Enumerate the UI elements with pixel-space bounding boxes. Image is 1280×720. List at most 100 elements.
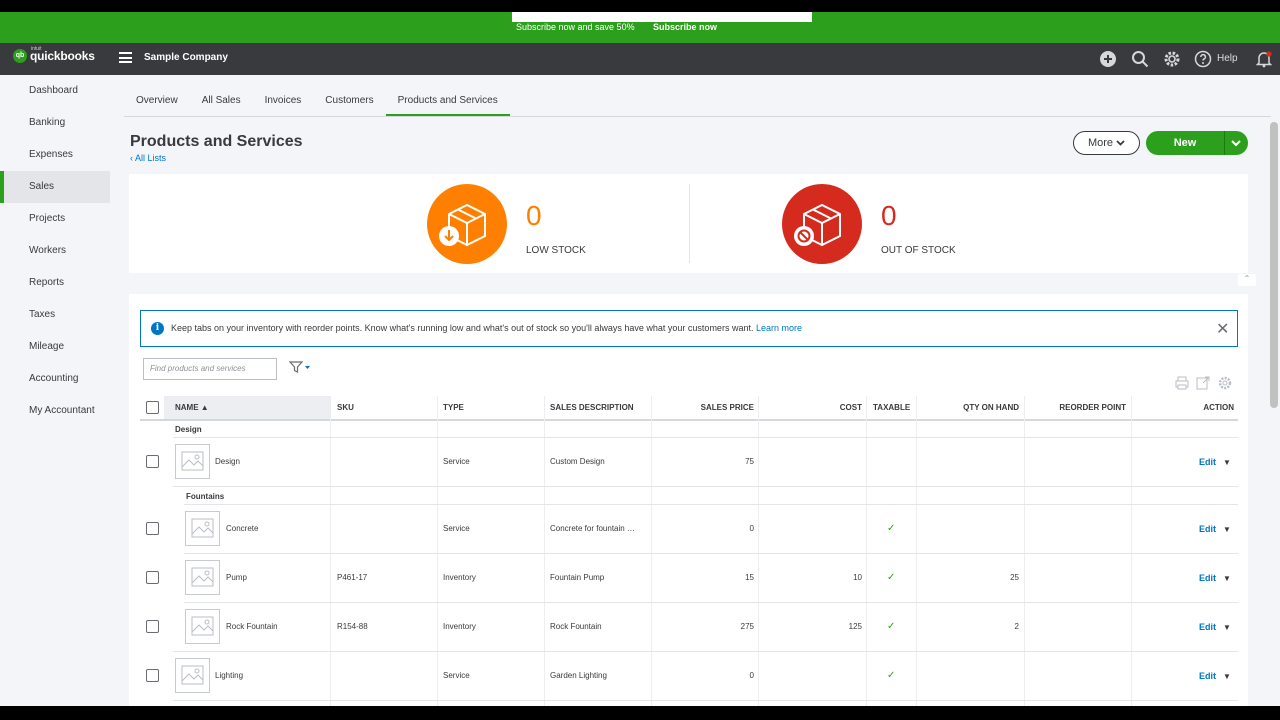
help-icon[interactable]	[1194, 50, 1212, 68]
more-button[interactable]: More	[1073, 131, 1140, 155]
row-checkbox[interactable]	[146, 571, 159, 584]
sidebar-item-taxes[interactable]: Taxes	[0, 299, 110, 331]
sidebar-item-my-accountant[interactable]: My Accountant	[0, 395, 110, 427]
new-dropdown-chevron-icon[interactable]	[1230, 137, 1242, 149]
app-screen: Subscribe now and save 50% Subscribe now…	[0, 12, 1280, 706]
product-cost: 125	[848, 622, 862, 631]
row-divider	[173, 486, 1238, 487]
row-checkbox[interactable]	[146, 522, 159, 535]
qb-logo-icon: qb	[13, 49, 27, 63]
stock-divider	[689, 184, 690, 263]
out-of-stock-icon[interactable]	[782, 184, 862, 264]
low-stock-icon[interactable]	[427, 184, 507, 264]
group-header-design: Design	[175, 425, 202, 434]
product-name: Rock Fountain	[226, 622, 278, 631]
row-divider	[173, 700, 1238, 701]
all-lists-link[interactable]: ‹ All Lists	[130, 153, 166, 163]
column-header-name[interactable]: NAME ▲	[164, 396, 330, 419]
product-cost: 10	[853, 573, 862, 582]
new-label: New	[1173, 137, 1197, 149]
search-icon[interactable]	[1131, 50, 1149, 68]
column-header-sales-description[interactable]: SALES DESCRIPTION	[550, 396, 634, 419]
new-button-separator	[1224, 131, 1225, 155]
promo-banner: Subscribe now and save 50% Subscribe now	[0, 12, 1280, 43]
low-stock-label[interactable]: LOW STOCK	[526, 245, 586, 256]
column-header-reorder-point[interactable]: REORDER POINT	[1029, 396, 1126, 419]
product-description: Custom Design	[550, 457, 605, 466]
subscribe-button[interactable]: Subscribe now	[653, 22, 717, 32]
product-description: Fountain Pump	[550, 573, 605, 582]
product-price: 0	[749, 671, 754, 680]
product-type: Service	[443, 524, 470, 533]
out-of-stock-count[interactable]: 0	[881, 200, 897, 232]
edit-button[interactable]: Edit	[1199, 671, 1216, 681]
row-checkbox[interactable]	[146, 620, 159, 633]
product-type: Service	[443, 671, 470, 680]
gear-icon[interactable]	[1163, 50, 1181, 68]
table-settings-gear-icon[interactable]	[1218, 376, 1232, 390]
help-label[interactable]: Help	[1217, 53, 1238, 64]
column-header-sales-price[interactable]: SALES PRICE	[656, 396, 754, 419]
action-dropdown-icon[interactable]: ▼	[1223, 525, 1231, 534]
column-header-qty-on-hand[interactable]: QTY ON HAND	[922, 396, 1019, 419]
column-header-type[interactable]: TYPE	[443, 396, 464, 419]
low-stock-count[interactable]: 0	[526, 200, 542, 232]
chevron-left-icon: ‹	[130, 153, 133, 163]
page-scrollbar[interactable]	[1270, 122, 1278, 408]
tabs-divider	[124, 116, 1271, 117]
new-button[interactable]: New	[1146, 131, 1248, 155]
sidebar-item-projects[interactable]: Projects	[0, 203, 110, 235]
sidebar-item-dashboard[interactable]: Dashboard	[0, 75, 110, 107]
sidebar-item-sales[interactable]: Sales	[0, 171, 110, 203]
action-dropdown-icon[interactable]: ▼	[1223, 574, 1231, 583]
reorder-info-banner: i Keep tabs on your inventory with reord…	[140, 310, 1238, 347]
all-lists-label: All Lists	[135, 153, 167, 163]
tab-overview[interactable]: Overview	[124, 90, 190, 117]
top-nav: qb intuit quickbooks Sample Company Help	[0, 43, 1280, 75]
notifications-bell-icon[interactable]	[1255, 50, 1273, 68]
taxable-check-icon: ✓	[887, 523, 896, 534]
edit-button[interactable]: Edit	[1199, 622, 1216, 632]
taxable-check-icon: ✓	[887, 572, 896, 583]
row-checkbox[interactable]	[146, 455, 159, 468]
sidebar-item-accounting[interactable]: Accounting	[0, 363, 110, 395]
column-header-cost[interactable]: COST	[764, 396, 862, 419]
product-name: Design	[215, 457, 240, 466]
row-checkbox[interactable]	[146, 669, 159, 682]
tab-products-and-services[interactable]: Products and Services	[385, 90, 510, 117]
action-dropdown-icon[interactable]: ▼	[1223, 623, 1231, 632]
column-header-sku[interactable]: SKU	[337, 396, 354, 419]
action-dropdown-icon[interactable]: ▼	[1223, 672, 1231, 681]
export-icon[interactable]	[1196, 376, 1210, 390]
image-placeholder-icon	[175, 444, 210, 479]
sidebar-item-banking[interactable]: Banking	[0, 107, 110, 139]
action-dropdown-icon[interactable]: ▼	[1223, 458, 1231, 467]
sidebar-item-reports[interactable]: Reports	[0, 267, 110, 299]
image-placeholder-icon	[185, 560, 220, 595]
tab-invoices[interactable]: Invoices	[253, 90, 314, 117]
product-price: 15	[745, 573, 754, 582]
out-of-stock-label[interactable]: OUT OF STOCK	[881, 245, 956, 256]
sidebar-item-mileage[interactable]: Mileage	[0, 331, 110, 363]
sidebar-item-expenses[interactable]: Expenses	[0, 139, 110, 171]
image-placeholder-icon	[185, 511, 220, 546]
edit-button[interactable]: Edit	[1199, 573, 1216, 583]
filter-icon[interactable]	[289, 361, 311, 373]
tab-all-sales[interactable]: All Sales	[190, 90, 253, 117]
sidebar-item-workers[interactable]: Workers	[0, 235, 110, 267]
learn-more-link[interactable]: Learn more	[756, 323, 802, 333]
edit-button[interactable]: Edit	[1199, 524, 1216, 534]
collapse-panel-chevron-up-icon[interactable]: ⌃	[1238, 274, 1256, 286]
product-type: Inventory	[443, 573, 476, 582]
quickbooks-logo[interactable]: qb intuit quickbooks	[13, 46, 95, 63]
hamburger-menu-icon[interactable]	[119, 52, 132, 63]
select-all-checkbox[interactable]	[146, 401, 159, 414]
column-header-taxable[interactable]: TAXABLE	[873, 396, 910, 419]
tab-customers[interactable]: Customers	[313, 90, 385, 117]
search-input[interactable]: Find products and services	[143, 358, 277, 380]
edit-button[interactable]: Edit	[1199, 457, 1216, 467]
close-icon[interactable]: ✕	[1216, 319, 1229, 339]
column-header-action: ACTION	[1203, 403, 1234, 412]
plus-circle-icon[interactable]	[1099, 50, 1117, 68]
print-icon[interactable]	[1175, 376, 1189, 390]
